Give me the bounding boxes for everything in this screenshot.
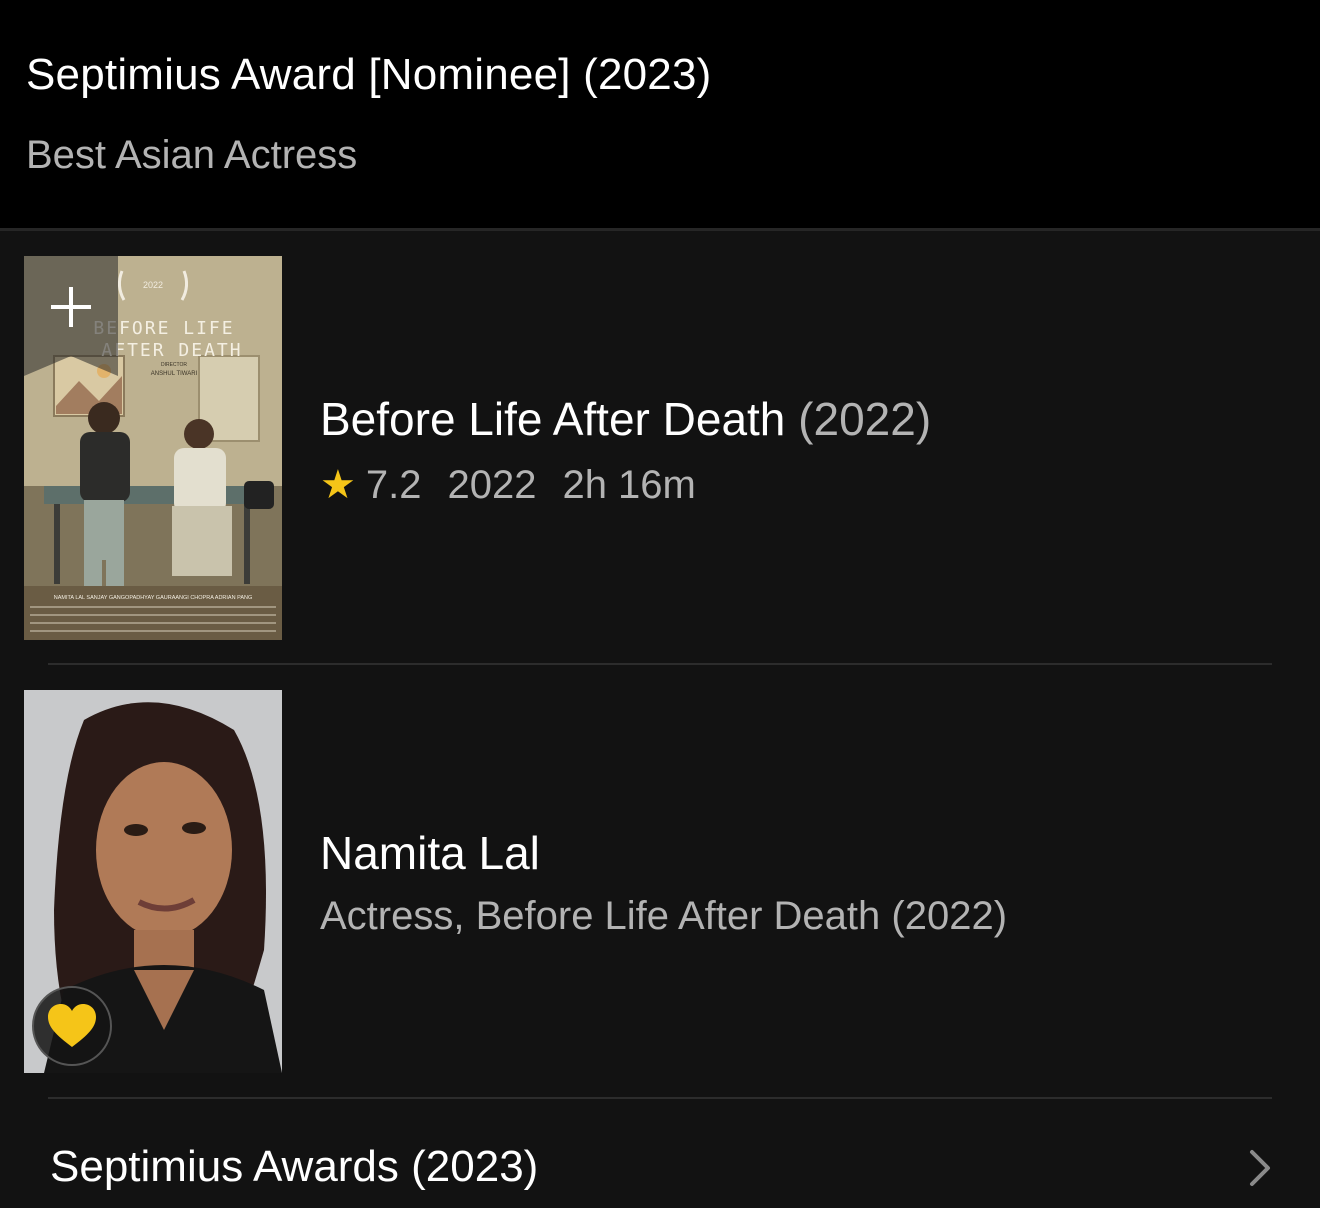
- poster-laurel-year: 2022: [143, 280, 163, 290]
- star-icon: ★: [320, 463, 356, 507]
- movie-meta: ★ 7.2 2022 2h 16m: [320, 462, 696, 508]
- movie-title-text: Before Life After Death: [320, 393, 786, 445]
- chevron-right-icon: [1250, 1150, 1270, 1186]
- heart-icon: [48, 1004, 96, 1047]
- row-divider: [48, 663, 1272, 665]
- row-divider: [48, 1097, 1272, 1099]
- award-category: Best Asian Actress: [26, 133, 358, 177]
- poster-director-label: DIRECTOR: [161, 362, 187, 368]
- award-title: Septimius Award [Nominee] (2023): [26, 50, 712, 99]
- person-role: Actress, Before Life After Death (2022): [320, 894, 1008, 938]
- poster-cast-credits: NAMITA LAL SANJAY GANGOPADHYAY GAURAANGI…: [54, 595, 253, 601]
- movie-year: 2022: [447, 462, 537, 507]
- award-event-link[interactable]: Septimius Awards (2023): [0, 1100, 1320, 1208]
- poster-director: ANSHUL TIWARI: [151, 371, 198, 377]
- watchlist-add-button[interactable]: [24, 256, 118, 376]
- movie-title[interactable]: Before Life After Death (2022): [320, 392, 931, 446]
- plus-icon: [24, 256, 118, 376]
- favorite-button[interactable]: [32, 986, 112, 1066]
- award-header: Septimius Award [Nominee] (2023) Best As…: [0, 0, 1320, 231]
- person-name[interactable]: Namita Lal: [320, 826, 540, 880]
- poster-title-line2: AFTER DEATH: [101, 340, 242, 361]
- movie-title-year: (2022): [798, 393, 932, 445]
- movie-rating: 7.2: [365, 462, 422, 507]
- award-event-label: Septimius Awards (2023): [50, 1142, 539, 1191]
- movie-runtime: 2h 16m: [562, 462, 696, 507]
